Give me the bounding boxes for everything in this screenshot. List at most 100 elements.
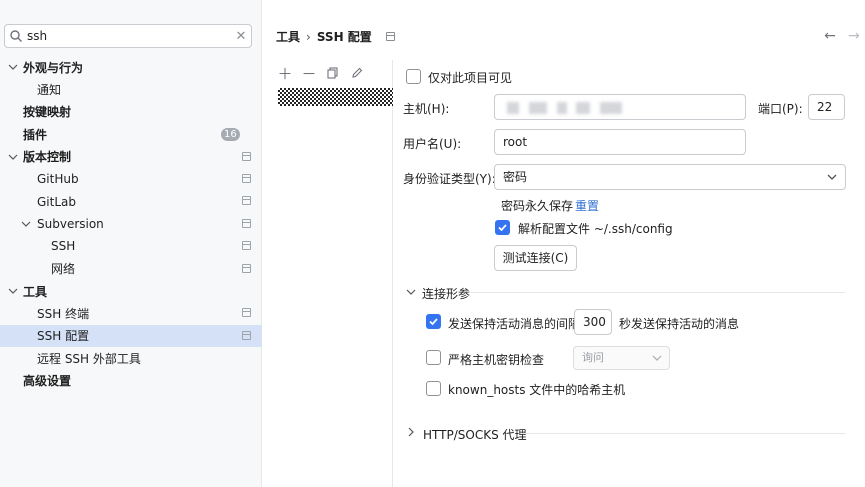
project-level-icon xyxy=(242,241,251,251)
tree-item-label: 高级设置 xyxy=(23,374,72,389)
port-label: 端口(P): xyxy=(758,102,803,116)
section-divider xyxy=(521,433,845,434)
test-connection-button[interactable]: 测试连接(C) xyxy=(494,245,577,271)
tree-item-label: 插件 xyxy=(23,127,48,142)
project-only-label: 仅对此项目可见 xyxy=(428,71,513,85)
tree-item[interactable]: SSH 终端 xyxy=(0,302,262,324)
settings-tree: 外观与行为通知按键映射插件 16 版本控制 GitHub GitLab Subversio… xyxy=(0,56,262,392)
project-level-icon xyxy=(242,330,251,340)
back-arrow-icon[interactable]: ← xyxy=(822,28,838,44)
auth-type-select[interactable]: 密码 xyxy=(494,164,846,190)
breadcrumb-current: SSH 配置 xyxy=(316,30,372,44)
tree-item[interactable]: SSH 配置 xyxy=(0,324,262,348)
tree-item[interactable]: GitHub xyxy=(0,168,262,190)
chevron-right-icon[interactable] xyxy=(406,426,416,441)
host-list-toolbar: ＋ － xyxy=(276,64,366,83)
port-input[interactable]: 22 xyxy=(808,94,845,120)
chevron-down-icon[interactable] xyxy=(406,286,416,301)
tree-item[interactable]: 按键映射 xyxy=(0,101,262,123)
edit-icon[interactable] xyxy=(348,64,366,82)
username-label: 用户名(U): xyxy=(403,137,462,151)
tree-item[interactable]: 工具 xyxy=(0,280,262,302)
http-socks-proxy-header[interactable]: HTTP/SOCKS 代理 xyxy=(423,426,527,443)
keepalive-interval-input[interactable]: 300 xyxy=(574,309,612,335)
password-saved-label: 密码永久保存 xyxy=(501,199,574,213)
project-level-icon xyxy=(242,218,251,228)
project-only-checkbox[interactable] xyxy=(406,69,421,84)
forward-arrow-icon[interactable]: → xyxy=(846,28,862,44)
parse-config-checkbox[interactable] xyxy=(495,220,510,235)
auth-type-value: 密码 xyxy=(503,170,528,184)
tree-item-label: SSH 终端 xyxy=(37,306,90,321)
tree-item-label: 工具 xyxy=(23,284,48,299)
tree-item-label: SSH 配置 xyxy=(37,329,90,344)
tree-item-label: GitHub xyxy=(37,172,79,187)
project-level-icon xyxy=(242,196,251,206)
strict-host-check-checkbox[interactable] xyxy=(426,350,441,365)
keepalive-checkbox[interactable] xyxy=(426,314,441,329)
host-label: 主机(H): xyxy=(403,102,450,116)
settings-sidebar: ssh ✕ 外观与行为通知按键映射插件 16 版本控制 GitHub GitLab Sub… xyxy=(0,0,262,487)
section-divider xyxy=(471,292,845,293)
tree-item-label: Subversion xyxy=(37,216,104,231)
chevron-down-icon xyxy=(652,347,662,377)
chevron-down-icon xyxy=(827,165,837,197)
hash-known-hosts-checkbox[interactable] xyxy=(426,381,441,396)
search-icon xyxy=(5,25,27,47)
breadcrumb: 工具 › SSH 配置 xyxy=(276,28,395,45)
breadcrumb-separator: › xyxy=(306,29,311,44)
redacted-host-text xyxy=(507,101,519,114)
project-level-icon xyxy=(242,308,251,318)
tree-item[interactable]: 高级设置 xyxy=(0,369,262,391)
connection-params-header[interactable]: 连接形参 xyxy=(422,285,470,302)
ssh-host-entry[interactable] xyxy=(278,88,393,106)
auth-type-label: 身份验证类型(Y): xyxy=(403,172,496,186)
host-input[interactable] xyxy=(494,94,746,120)
tree-item-label: 按键映射 xyxy=(23,105,72,120)
tree-item[interactable]: 版本控制 xyxy=(0,146,262,168)
chevron-down-icon[interactable] xyxy=(7,151,19,163)
keepalive-unit-label: 秒发送保持活动的消息 xyxy=(619,317,740,331)
chevron-down-icon[interactable] xyxy=(7,285,19,297)
tree-item-label: 版本控制 xyxy=(23,150,72,165)
clear-search-icon[interactable]: ✕ xyxy=(231,29,251,44)
hash-known-hosts-label: known_hosts 文件中的哈希主机 xyxy=(448,383,626,397)
tree-item[interactable]: SSH xyxy=(0,235,262,257)
tree-item-label: SSH xyxy=(51,239,76,254)
strict-host-check-select[interactable]: 询问 xyxy=(573,346,670,370)
tree-item[interactable]: 网络 xyxy=(0,258,262,280)
strict-host-check-label: 严格主机密钥检查 xyxy=(448,353,545,367)
strict-host-check-value: 询问 xyxy=(582,351,604,364)
breadcrumb-parent[interactable]: 工具 xyxy=(276,28,300,45)
tree-item-label: 外观与行为 xyxy=(23,60,84,75)
tree-item[interactable]: 通知 xyxy=(0,78,262,100)
remove-icon[interactable]: － xyxy=(300,64,318,83)
ssh-config-form: 仅对此项目可见 主机(H): 端口(P): 22 用户名(U): root 身份… xyxy=(393,60,865,487)
tree-item-label: 通知 xyxy=(37,83,62,98)
tree-item[interactable]: 插件 16 xyxy=(0,123,262,145)
settings-search[interactable]: ssh ✕ xyxy=(4,24,252,48)
tree-item[interactable]: 远程 SSH 外部工具 xyxy=(0,347,262,369)
reset-password-link[interactable]: 重置 xyxy=(575,197,599,214)
search-input[interactable]: ssh xyxy=(27,29,231,43)
username-input[interactable]: root xyxy=(494,129,746,155)
settings-header: 工具 › SSH 配置 ← → xyxy=(262,0,865,60)
tree-item-label: GitLab xyxy=(37,194,76,209)
copy-icon[interactable] xyxy=(324,64,342,82)
add-icon[interactable]: ＋ xyxy=(276,64,294,83)
count-badge: 16 xyxy=(221,128,240,142)
parse-config-label: 解析配置文件 ~/.ssh/config xyxy=(518,222,673,236)
keepalive-label: 发送保持活动消息的间隔: xyxy=(448,317,585,331)
tree-item-label: 远程 SSH 外部工具 xyxy=(37,351,141,366)
project-level-icon xyxy=(242,151,251,161)
tree-item[interactable]: 外观与行为 xyxy=(0,56,262,78)
ssh-host-list-panel: ＋ － xyxy=(276,60,393,487)
project-level-icon xyxy=(242,263,251,273)
tree-item[interactable]: Subversion xyxy=(0,213,262,235)
tree-item-label: 网络 xyxy=(51,262,76,277)
chevron-down-icon[interactable] xyxy=(20,218,32,230)
project-level-icon xyxy=(385,32,395,41)
project-level-icon xyxy=(242,173,251,183)
chevron-down-icon[interactable] xyxy=(7,61,19,73)
tree-item[interactable]: GitLab xyxy=(0,190,262,212)
